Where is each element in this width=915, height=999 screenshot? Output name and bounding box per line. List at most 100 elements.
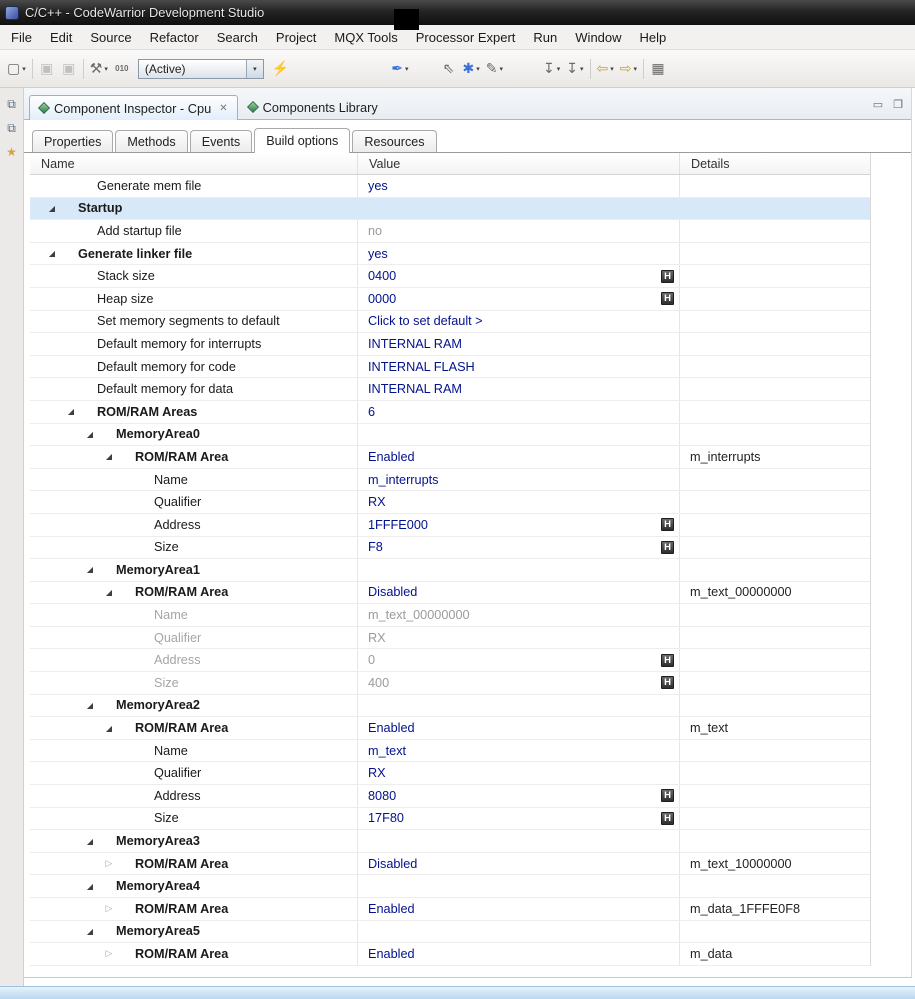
table-row[interactable]: ▷ ROM/RAM Area Enabled m_data — [30, 943, 870, 966]
table-row[interactable]: Default memory for interrupts INTERNAL RA… — [30, 333, 870, 356]
value-cell[interactable] — [358, 559, 680, 581]
value-cell[interactable]: 0H — [358, 649, 680, 672]
value-cell[interactable] — [358, 875, 680, 897]
table-row[interactable]: ◢ MemoryArea5 — [30, 920, 870, 944]
value-cell[interactable]: yes — [358, 242, 680, 265]
tab-methods[interactable]: Methods — [115, 130, 188, 152]
edit-pencil-button[interactable]: ✎ ▾ — [483, 57, 506, 81]
value-cell[interactable] — [358, 197, 680, 220]
build-settings-button[interactable]: ⚒ ▾ — [87, 57, 111, 81]
value-cell[interactable]: 400 H — [358, 672, 680, 694]
value-cell[interactable] — [358, 423, 680, 446]
table-row[interactable]: Size 400 H — [30, 672, 870, 695]
column-header-value[interactable]: Value — [358, 153, 680, 174]
menu-item-edit[interactable]: Edit — [41, 27, 81, 48]
expanded-arrow-icon[interactable]: ◢ — [84, 565, 96, 574]
tab-resources[interactable]: Resources — [352, 130, 437, 152]
value-cell[interactable]: RX — [358, 626, 680, 649]
table-row[interactable]: ◢ MemoryArea0 — [30, 423, 870, 447]
hex-format-badge[interactable]: H — [661, 518, 674, 532]
hex-format-badge[interactable]: H — [661, 269, 674, 283]
hex-format-badge[interactable]: H — [661, 811, 674, 825]
new-wizard-button[interactable]: ▢ ▾ — [4, 57, 29, 81]
value-cell[interactable]: Enabled — [358, 943, 680, 965]
table-row[interactable]: Add startup file no — [30, 220, 870, 243]
value-cell[interactable] — [358, 830, 680, 852]
hex-format-badge[interactable]: H — [661, 292, 674, 306]
table-row[interactable]: Qualifier RX — [30, 491, 870, 514]
table-row[interactable]: Qualifier RX — [30, 626, 870, 650]
pin-editor-button[interactable]: ▦ — [647, 57, 669, 81]
value-cell[interactable]: Enabled — [358, 717, 680, 739]
dropdown-caret-icon[interactable]: ▾ — [500, 65, 504, 73]
table-row[interactable]: ◢ MemoryArea3 — [30, 830, 870, 853]
dropdown-caret-icon[interactable]: ▾ — [476, 65, 480, 73]
forward-button[interactable]: ⇨ ▾ — [617, 57, 640, 81]
table-row[interactable]: ◢ ROM/RAM Area Enabled m_interrupts — [30, 446, 870, 469]
expanded-arrow-icon[interactable]: ◢ — [65, 407, 77, 416]
tab-build-options[interactable]: Build options — [254, 128, 351, 153]
menu-item-file[interactable]: File — [2, 27, 41, 48]
tab-events[interactable]: Events — [189, 130, 253, 152]
close-icon[interactable]: ✕ — [219, 103, 227, 114]
dropdown-caret-icon[interactable]: ▾ — [22, 65, 26, 73]
hex-format-badge[interactable]: H — [661, 676, 674, 690]
favorites-icon[interactable]: ★ — [3, 143, 21, 161]
value-cell[interactable]: F8 H — [358, 536, 680, 559]
dropdown-caret-icon[interactable]: ▾ — [580, 65, 584, 73]
value-cell[interactable]: Disabled — [358, 581, 680, 604]
table-row[interactable]: Set memory segments to default Click to s… — [30, 310, 870, 334]
value-cell[interactable] — [358, 694, 680, 717]
value-cell[interactable]: 6 — [358, 400, 680, 423]
table-row[interactable]: Name m_text_00000000 — [30, 604, 870, 627]
restore-view-icon[interactable]: ❐ — [890, 96, 906, 112]
dropdown-caret-icon[interactable]: ▾ — [610, 65, 614, 73]
table-row[interactable]: Name m_text — [30, 739, 870, 763]
table-row[interactable]: ◢ MemoryArea2 — [30, 694, 870, 718]
dropdown-caret-icon[interactable]: ▾ — [557, 65, 561, 73]
table-row[interactable]: Stack size 0400 H — [30, 265, 870, 288]
value-cell[interactable]: INTERNAL FLASH — [358, 355, 680, 378]
value-cell[interactable]: RX — [358, 491, 680, 513]
tab-properties[interactable]: Properties — [32, 130, 114, 152]
dropdown-caret-icon[interactable]: ▾ — [634, 65, 638, 73]
value-cell[interactable]: m_text — [358, 739, 680, 762]
hex-format-badge[interactable]: H — [661, 789, 674, 803]
expanded-arrow-icon[interactable]: ◢ — [103, 724, 115, 733]
table-row[interactable]: ◢ Startup — [30, 197, 870, 221]
table-row[interactable]: Size F8 H — [30, 536, 870, 560]
table-row[interactable]: ◢ Generate linker file yes — [30, 242, 870, 266]
value-cell[interactable]: 0400 H — [358, 265, 680, 287]
expanded-arrow-icon[interactable]: ◢ — [84, 882, 96, 891]
restore-view-icon[interactable]: ⧉ — [3, 95, 21, 113]
column-header-name[interactable]: Name — [30, 153, 358, 174]
table-row[interactable]: ◢ MemoryArea4 — [30, 875, 870, 898]
value-cell[interactable]: 0000 H — [358, 287, 680, 310]
table-row[interactable]: ◢ MemoryArea1 — [30, 559, 870, 582]
editor-tab-component-inspector-cpu[interactable]: Component Inspector - Cpu ✕ — [29, 95, 238, 120]
build-config-combo[interactable]: (Active) ▾ — [137, 58, 264, 79]
value-cell[interactable]: 17F80 H — [358, 807, 680, 830]
expanded-arrow-icon[interactable]: ◢ — [84, 837, 96, 846]
dropdown-caret-icon[interactable]: ▾ — [405, 65, 409, 73]
table-row[interactable]: Name m_interrupts — [30, 468, 870, 492]
chevron-down-icon[interactable]: ▾ — [245, 59, 263, 78]
table-row[interactable]: Address 8080 H — [30, 785, 870, 808]
hex-format-badge[interactable]: H — [661, 653, 674, 667]
run-to-line-button[interactable]: ↧ ▾ — [540, 57, 563, 81]
value-cell[interactable]: INTERNAL RAM — [358, 378, 680, 400]
column-header-details[interactable]: Details — [680, 153, 870, 174]
expanded-arrow-icon[interactable]: ◢ — [103, 588, 115, 597]
table-row[interactable]: Address 0 H — [30, 649, 870, 673]
value-cell[interactable]: INTERNAL RAM — [358, 333, 680, 355]
binary-file-button[interactable]: 010 — [111, 57, 133, 81]
table-row[interactable]: ▷ ROM/RAM Area Disabled m_text_10000000 — [30, 852, 870, 876]
expanded-arrow-icon[interactable]: ◢ — [46, 249, 58, 258]
menu-item-project[interactable]: Project — [267, 27, 325, 48]
expanded-arrow-icon[interactable]: ◢ — [84, 701, 96, 710]
expanded-arrow-icon[interactable]: ◢ — [46, 204, 58, 213]
table-row[interactable]: Heap size 0000 H — [30, 287, 870, 311]
select-tool-button[interactable]: ⇖ — [438, 57, 460, 81]
table-row[interactable]: Generate mem file yes — [30, 175, 870, 198]
value-cell[interactable]: no — [358, 220, 680, 242]
